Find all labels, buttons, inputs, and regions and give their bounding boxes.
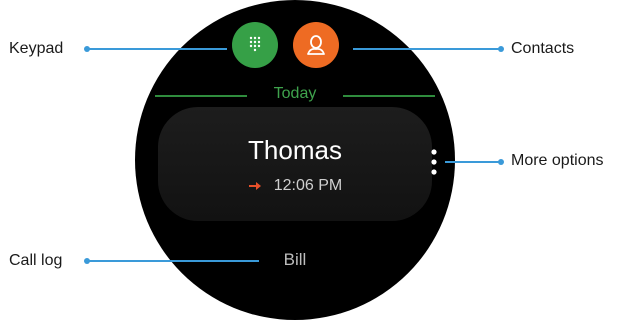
dialpad-icon	[249, 36, 261, 52]
callout-contacts: Contacts	[511, 40, 575, 57]
leader-dot-contacts	[498, 46, 504, 52]
leader-dot-more-options	[498, 159, 504, 165]
outgoing-call-arrow-icon	[248, 182, 261, 190]
leader-line-more-options	[445, 161, 501, 163]
section-label: Today	[273, 85, 317, 102]
leader-line-keypad	[87, 48, 227, 50]
call-time-row: 12:06 PM	[135, 177, 455, 195]
callout-more-options: More options	[511, 152, 604, 169]
call-time: 12:06 PM	[273, 177, 343, 194]
leader-line-contacts	[353, 48, 501, 50]
contacts-button[interactable]	[293, 22, 339, 68]
vertical-dots-icon[interactable]	[430, 148, 438, 178]
callout-keypad: Keypad	[9, 40, 64, 57]
callout-call-log: Call log	[9, 252, 63, 269]
section-divider-left	[155, 95, 247, 97]
section-divider-right	[343, 95, 435, 97]
caller-name: Thomas	[248, 135, 342, 165]
leader-line-call-log	[87, 260, 259, 262]
person-icon	[307, 35, 325, 55]
keypad-button[interactable]	[232, 22, 278, 68]
